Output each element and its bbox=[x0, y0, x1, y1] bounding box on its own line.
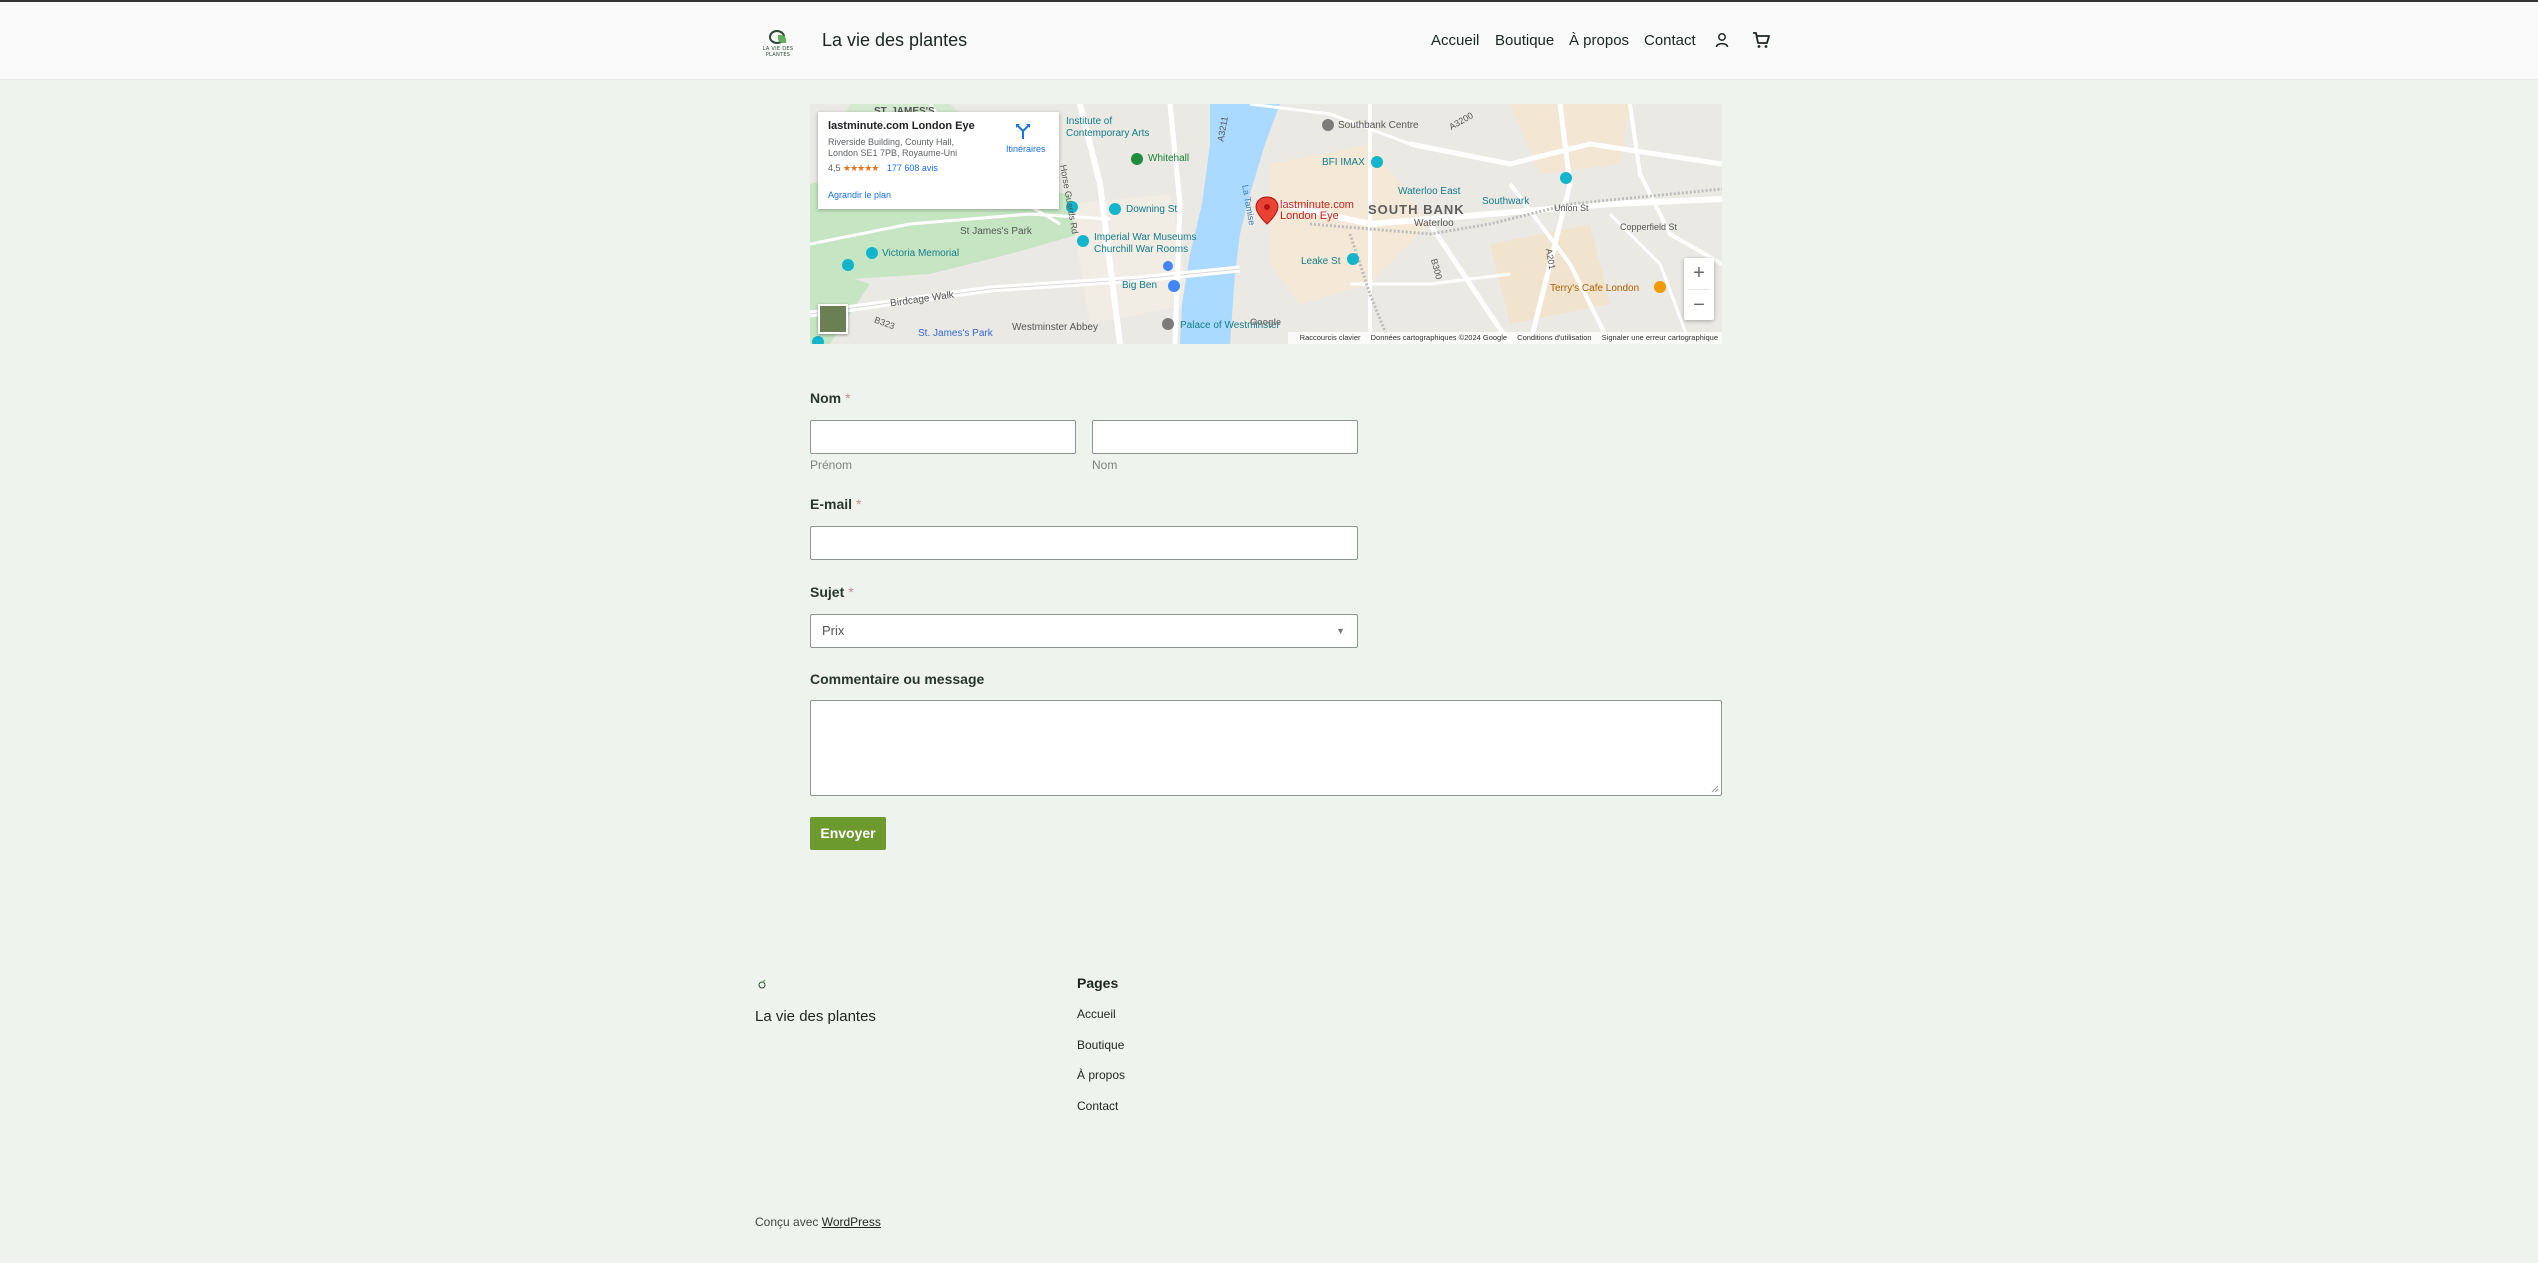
submit-button[interactable]: Envoyer bbox=[810, 817, 886, 850]
user-icon[interactable] bbox=[1715, 32, 1729, 48]
last-name-input[interactable] bbox=[1092, 420, 1358, 454]
footer-link-a-propos[interactable]: À propos bbox=[1077, 1068, 1125, 1082]
map-label-whitehall: Whitehall bbox=[1148, 153, 1190, 164]
footer-credit: Conçu avec WordPress bbox=[755, 1215, 881, 1229]
map-label-victoria-memorial: Victoria Memorial bbox=[882, 248, 960, 259]
map-data-credit: Données cartographiques ©2024 Google bbox=[1370, 333, 1508, 342]
map-zoom-control: + − bbox=[1684, 258, 1714, 320]
subject-select[interactable]: Prix ▼ bbox=[810, 614, 1358, 648]
nav-a-propos[interactable]: À propos bbox=[1569, 32, 1629, 49]
map-label-leake: Leake St bbox=[1301, 256, 1341, 267]
logo-text: LA VIE DES PLANTES bbox=[762, 46, 794, 58]
map-report-error-link[interactable]: Signaler une erreur cartographique bbox=[1602, 333, 1718, 342]
subject-selected-value: Prix bbox=[822, 623, 845, 638]
map-keyboard-shortcuts[interactable]: Raccourcis clavier bbox=[1300, 333, 1361, 342]
logo-leaf-shape bbox=[778, 35, 786, 43]
map-attribution: Raccourcis clavier Données cartographiqu… bbox=[1287, 332, 1722, 344]
map-directions-link[interactable]: Itinéraires bbox=[1006, 144, 1046, 154]
star-rating-icon: ★★★★★ bbox=[843, 163, 879, 173]
map-label-union: Union St bbox=[1554, 203, 1589, 213]
required-mark: * bbox=[856, 496, 862, 512]
nav-contact[interactable]: Contact bbox=[1644, 32, 1696, 49]
subject-label: Sujet * bbox=[810, 584, 854, 600]
site-logo[interactable]: LA VIE DES PLANTES bbox=[762, 26, 794, 60]
map-label-southwark: Southwark bbox=[1482, 196, 1530, 207]
map-label-waterloo-east: Waterloo East bbox=[1398, 186, 1461, 197]
map-label-iwm-2: Churchill War Rooms bbox=[1094, 244, 1189, 255]
site-title[interactable]: La vie des plantes bbox=[822, 30, 967, 51]
map-label-sjp-station: St. James's Park bbox=[918, 328, 993, 339]
map-rating-row: 4,5 ★★★★★ 177 608 avis bbox=[828, 163, 1049, 174]
name-label-text: Nom bbox=[810, 390, 842, 406]
message-label: Commentaire ou message bbox=[810, 671, 985, 687]
map-label-ica-1: Institute of bbox=[1066, 116, 1113, 127]
footer-link-accueil[interactable]: Accueil bbox=[1077, 1007, 1116, 1021]
nav-boutique[interactable]: Boutique bbox=[1495, 32, 1554, 49]
map-pin-label-2: London Eye bbox=[1280, 210, 1339, 222]
first-name-input[interactable] bbox=[810, 420, 1076, 454]
map-label-westminster-abbey: Westminster Abbey bbox=[1012, 322, 1098, 333]
name-label: Nom * bbox=[810, 390, 851, 406]
map-label-ica-2: Contemporary Arts bbox=[1066, 128, 1150, 139]
footer-link-contact[interactable]: Contact bbox=[1077, 1099, 1118, 1113]
map-label-waterloo: Waterloo bbox=[1414, 218, 1454, 229]
required-mark: * bbox=[845, 390, 851, 406]
map-address-line-1: Riverside Building, County Hall, bbox=[828, 137, 955, 147]
email-label-text: E-mail bbox=[810, 496, 853, 512]
resize-grip-icon[interactable] bbox=[1711, 785, 1719, 793]
map-terms-link[interactable]: Conditions d'utilisation bbox=[1517, 333, 1591, 342]
map-label-big-ben: Big Ben bbox=[1122, 280, 1158, 291]
site-header: LA VIE DES PLANTES La vie des plantes Ac… bbox=[0, 2, 2538, 80]
map-label-bfi: BFI IMAX bbox=[1322, 157, 1365, 168]
footer-logo-icon[interactable] bbox=[756, 978, 768, 990]
map-rating-value: 4,5 bbox=[828, 163, 841, 173]
map-address: Riverside Building, County Hall, London … bbox=[828, 137, 978, 159]
map-enlarge-link[interactable]: Agrandir le plan bbox=[828, 190, 891, 200]
directions-icon[interactable] bbox=[1014, 122, 1032, 140]
footer-site-title[interactable]: La vie des plantes bbox=[755, 1008, 876, 1025]
map-label-downing: Downing St bbox=[1126, 204, 1178, 215]
map-info-card: lastminute.com London Eye Riverside Buil… bbox=[818, 112, 1059, 209]
google-logo: Google bbox=[1250, 317, 1281, 327]
subject-label-text: Sujet bbox=[810, 584, 845, 600]
chevron-down-icon: ▼ bbox=[1336, 626, 1345, 636]
footer-pages-heading: Pages bbox=[1077, 975, 1119, 991]
first-name-sublabel: Prénom bbox=[810, 458, 853, 472]
email-label: E-mail * bbox=[810, 496, 861, 512]
footer-link-boutique[interactable]: Boutique bbox=[1077, 1038, 1124, 1052]
map-reviews-link[interactable]: 177 608 avis bbox=[887, 163, 938, 173]
required-mark: * bbox=[848, 584, 854, 600]
message-textarea[interactable] bbox=[810, 700, 1722, 796]
nav-accueil[interactable]: Accueil bbox=[1431, 32, 1479, 49]
last-name-sublabel: Nom bbox=[1092, 458, 1118, 472]
wordpress-link[interactable]: WordPress bbox=[822, 1215, 881, 1229]
zoom-in-button[interactable]: + bbox=[1684, 258, 1714, 289]
map-layer-toggle[interactable] bbox=[818, 304, 848, 334]
zoom-out-button[interactable]: − bbox=[1684, 290, 1714, 321]
cart-icon[interactable] bbox=[1752, 31, 1770, 49]
map-label-st-james-park: St James's Park bbox=[960, 226, 1032, 237]
map-label-copperfield: Copperfield St bbox=[1620, 222, 1678, 232]
google-map[interactable]: ST. JAMES'S Institute of Contemporary Ar… bbox=[810, 104, 1722, 344]
email-field[interactable] bbox=[810, 526, 1358, 560]
footer-credit-prefix: Conçu avec bbox=[755, 1215, 819, 1229]
map-label-south-bank: SOUTH BANK bbox=[1368, 202, 1465, 217]
map-label-iwm-1: Imperial War Museums bbox=[1094, 232, 1197, 243]
map-address-line-2: London SE1 7PB, Royaume-Uni bbox=[828, 148, 958, 158]
map-label-southbank-centre: Southbank Centre bbox=[1338, 120, 1419, 131]
map-label-terrys: Terry's Cafe London bbox=[1550, 283, 1640, 294]
